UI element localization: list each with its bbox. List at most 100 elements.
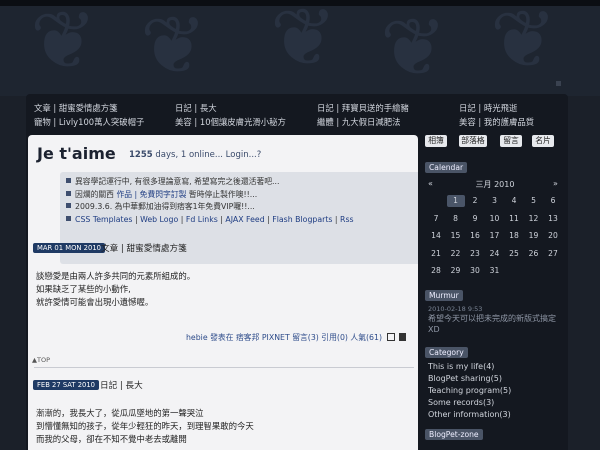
calendar-day[interactable]: 23	[466, 248, 484, 260]
notice-line: 因爛的關西 作品 | 免費閃字訂製 暫時停止製作噢!!...	[66, 189, 418, 202]
corner-square	[556, 81, 561, 86]
fd-links-link[interactable]: Fd Links	[186, 215, 218, 224]
calendar-day[interactable]: 18	[505, 230, 523, 242]
calendar-day[interactable]: 26	[525, 248, 543, 260]
calendar-day[interactable]: 1	[446, 195, 465, 207]
ajax-feed-link[interactable]: AJAX Feed	[225, 215, 264, 224]
post-line: 談戀愛是由兩人許多共同的元素所組成的。	[36, 271, 196, 281]
post-meta-links[interactable]: hebie 發表在 痞客邦 PIXNET 留言(3) 引用(0) 人氣(61)	[186, 333, 382, 342]
notice-links: CSS Templates | Web Logo | Fd Links | AJ…	[66, 214, 418, 227]
nav-column: 日記 | 拜寶貝送的手繪豬 繼體 | 九大假日減肥法	[317, 101, 409, 129]
calendar-day[interactable]: 10	[486, 213, 504, 225]
calendar-day[interactable]: 21	[427, 248, 445, 260]
post-line: 如果缺乏了某些的小動作,	[36, 284, 131, 294]
main-content: Je t'aime 1255 days, 1 online... Login..…	[28, 135, 418, 450]
calendar-day[interactable]: 14	[427, 230, 445, 242]
calendar-day[interactable]: 22	[447, 248, 465, 260]
nav-link[interactable]: 日記 | 拜寶貝送的手繪豬	[317, 101, 409, 115]
category-item[interactable]: This is my life(4)	[428, 361, 511, 373]
calendar-day[interactable]: 12	[525, 213, 543, 225]
calendar-day[interactable]: 4	[505, 195, 523, 207]
nav-link[interactable]: 文章 | 甜蜜愛情處方箋	[34, 101, 144, 115]
post-divider	[34, 367, 414, 368]
notice-text: 異容學記運行中, 有很多理論意寫, 希望寫完之後還活著吧...	[75, 177, 280, 186]
tab-card[interactable]: 名片	[532, 135, 554, 147]
calendar-day[interactable]: 5	[525, 195, 543, 207]
calendar-day[interactable]: 30	[466, 265, 484, 277]
calendar-day[interactable]: 15	[447, 230, 465, 242]
calendar-heading: Calendar	[425, 162, 468, 173]
murmur-text: 希望今天可以把未完成的新版式搞定XD	[428, 314, 556, 334]
category-heading: Category	[425, 347, 468, 358]
calendar-day[interactable]: 31	[486, 265, 504, 277]
nav-link[interactable]: 日記 | 長大	[175, 101, 286, 115]
calendar-day[interactable]: 19	[525, 230, 543, 242]
leaf-decoration: ❦	[380, 6, 448, 94]
next-month-button[interactable]: »	[553, 179, 558, 188]
nav-column: 文章 | 甜蜜愛情處方箋 寵物 | Livly100萬人突破帽子	[34, 101, 144, 129]
calendar-day[interactable]: 7	[427, 213, 445, 225]
nav-column: 日記 | 長大 美容 | 10個讓皮膚光滑小秘方	[175, 101, 286, 129]
calendar-day[interactable]: 3	[486, 195, 504, 207]
notice-text: 因爛的關西	[75, 189, 117, 199]
to-top-link[interactable]: ▲TOP	[32, 356, 50, 364]
leaf-decoration: ❦	[270, 6, 338, 84]
bullet-icon	[66, 215, 71, 221]
blog-stats: 1255 days, 1 online... Login...?	[129, 150, 261, 160]
blog-title[interactable]: Je t'aime	[37, 144, 116, 163]
calendar-day[interactable]: 20	[544, 230, 562, 242]
calendar-day[interactable]: 17	[486, 230, 504, 242]
calendar-day[interactable]: 16	[466, 230, 484, 242]
nav-link[interactable]: 寵物 | Livly100萬人突破帽子	[34, 115, 144, 129]
calendar-day[interactable]: 11	[505, 213, 523, 225]
calendar-day[interactable]: 9	[466, 213, 484, 225]
calendar-day[interactable]: 13	[544, 213, 562, 225]
bullet-icon	[66, 190, 71, 196]
category-item[interactable]: Other information(3)	[428, 409, 511, 421]
web-logo-link[interactable]: Web Logo	[140, 215, 178, 224]
category-item[interactable]: Some records(3)	[428, 397, 511, 409]
delete-icon[interactable]	[399, 333, 406, 341]
stats-text[interactable]: days, 1 online... Login...?	[155, 150, 261, 160]
nav-link[interactable]: 繼體 | 九大假日減肥法	[317, 115, 409, 129]
post-title[interactable]: 文章 | 甜蜜愛情處方箋	[101, 242, 187, 254]
flash-blogparts-link[interactable]: Flash Blogparts	[272, 215, 332, 224]
calendar-day[interactable]: 2	[466, 195, 484, 207]
post-date-badge: FEB 27 SAT 2010	[33, 380, 100, 390]
tab-blog[interactable]: 部落格	[459, 135, 487, 147]
tab-guestbook[interactable]: 留言	[500, 135, 522, 147]
post-line: 漸漸的，我長大了，從瓜瓜墜地的第一聲哭泣	[36, 408, 204, 418]
calendar-day[interactable]: 24	[486, 248, 504, 260]
calendar-day[interactable]: 28	[427, 265, 445, 277]
rss-link[interactable]: Rss	[340, 215, 354, 224]
nav-link[interactable]: 美容 | 10個讓皮膚光滑小秘方	[175, 115, 286, 129]
calendar-day[interactable]: 29	[447, 265, 465, 277]
bullet-icon	[66, 203, 71, 208]
notice-text: 2009.3.6. 為中華郵加油得到痞客1年免費VIP囉!!...	[75, 202, 255, 211]
leaf-decoration: ❦	[30, 6, 98, 87]
post-body: 漸漸的，我長大了，從瓜瓜墜地的第一聲哭泣 到懵懂無知的孩子，從年少輕狂的昨天，到…	[36, 407, 254, 446]
category-item[interactable]: Teaching program(5)	[428, 385, 511, 397]
calendar-day[interactable]: 8	[447, 213, 465, 225]
post-line: 到懵懂無知的孩子，從年少輕狂的昨天，到理智果敢的今天	[36, 421, 254, 431]
nav-link[interactable]: 日記 | 時光飛逝	[459, 101, 534, 115]
category-list: This is my life(4) BlogPet sharing(5) Te…	[428, 361, 511, 421]
post-title[interactable]: 日記 | 長大	[100, 379, 143, 391]
tab-album[interactable]: 相簿	[425, 135, 447, 147]
bullet-icon	[66, 178, 71, 183]
murmur-heading: Murmur	[425, 290, 463, 301]
calendar-day[interactable]: 6	[544, 195, 562, 207]
post-body: 談戀愛是由兩人許多共同的元素所組成的。 如果缺乏了某些的小動作, 就許愛情可能會…	[36, 270, 195, 309]
blogpet-heading: BlogPet-zone	[425, 429, 483, 440]
post-footer: hebie 發表在 痞客邦 PIXNET 留言(3) 引用(0) 人氣(61)	[186, 332, 406, 343]
css-templates-link[interactable]: CSS Templates	[75, 215, 132, 224]
calendar-day[interactable]: 27	[544, 248, 562, 260]
edit-icon[interactable]	[386, 333, 395, 341]
nav-link[interactable]: 美容 | 我的護膚品質	[459, 115, 534, 129]
category-item[interactable]: BlogPet sharing(5)	[428, 373, 511, 385]
works-link[interactable]: 作品 | 免費閃字訂製	[116, 190, 186, 199]
post-line: 就許愛情可能會出現小遺憾喔。	[36, 297, 154, 307]
notice-text: 暫時停止製作噢!!...	[186, 189, 258, 199]
leaf-decoration: ❦	[140, 6, 208, 92]
calendar-day[interactable]: 25	[505, 248, 523, 260]
